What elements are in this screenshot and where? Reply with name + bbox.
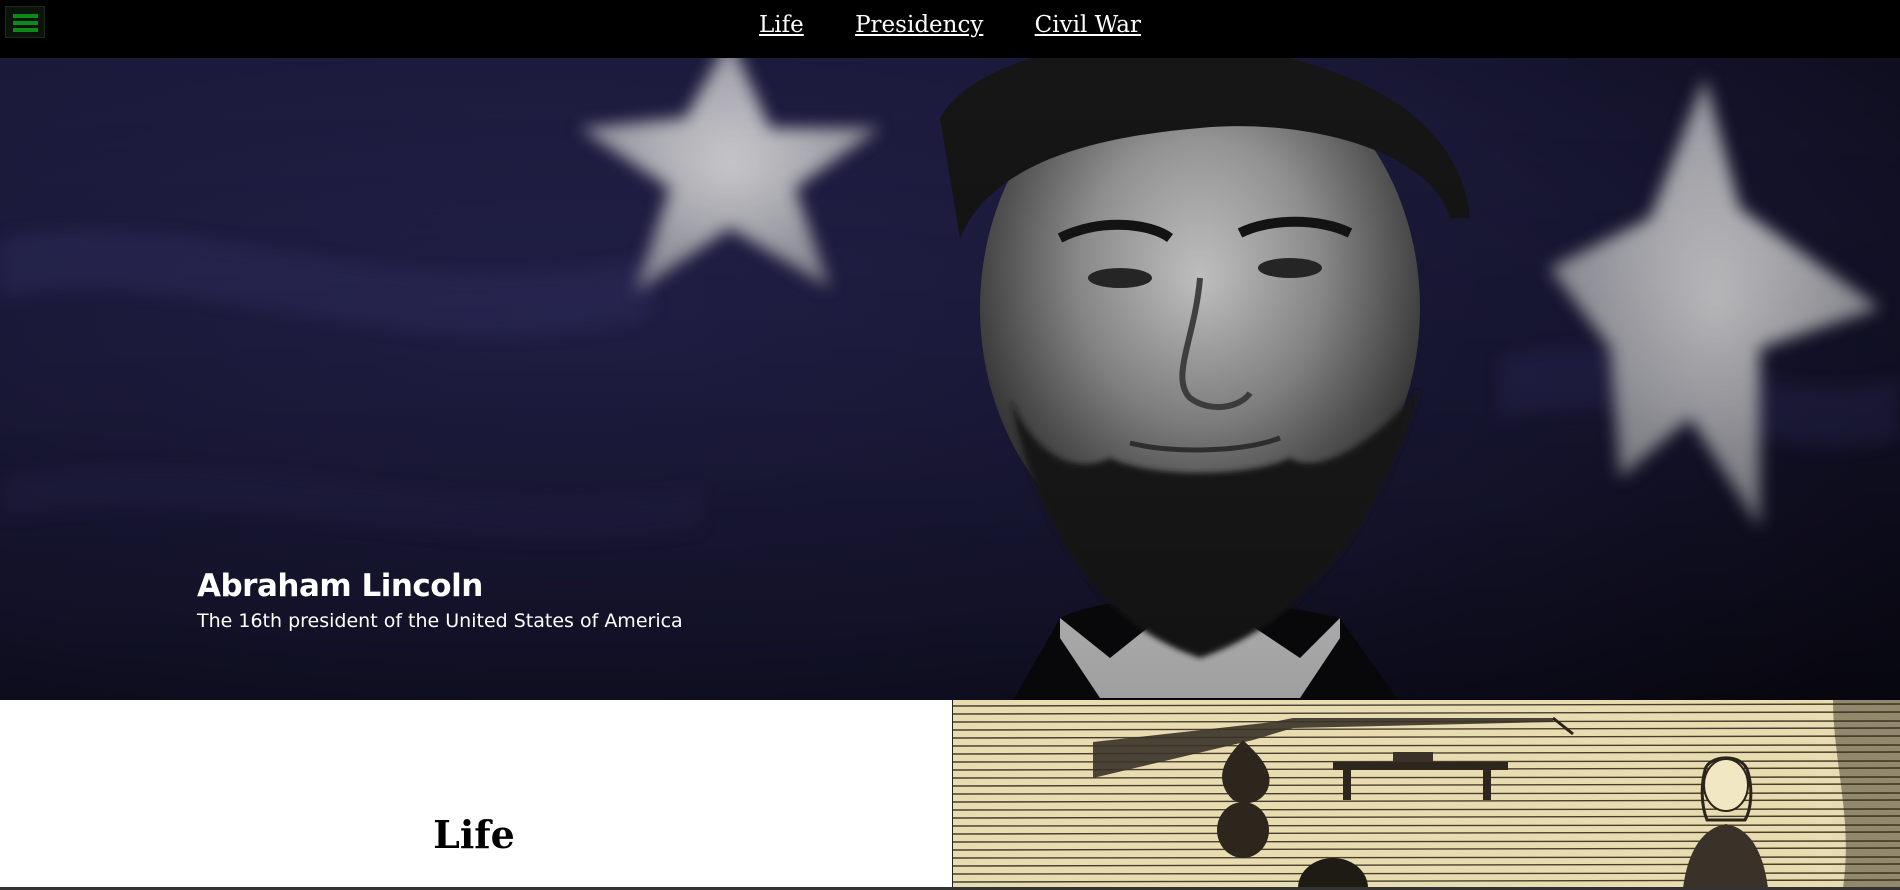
main-nav: Life Presidency Civil War [0,12,1900,38]
woodcut-illustration-image [952,700,1900,888]
nav-link-life[interactable]: Life [759,12,804,38]
hero-caption: Abraham Lincoln The 16th president of th… [197,568,683,632]
hero-banner: Abraham Lincoln The 16th president of th… [0,58,1900,700]
hero-title: Abraham Lincoln [197,568,483,604]
section-title: Life [433,812,515,857]
nav-link-civil-war[interactable]: Civil War [1035,12,1141,38]
life-section-text: Life [0,700,952,888]
nav-link-presidency[interactable]: Presidency [855,12,983,38]
top-navigation-bar: Life Presidency Civil War [0,0,1900,58]
hero-subtitle: The 16th president of the United States … [197,610,683,632]
woodcut-illustration-icon [953,700,1900,888]
life-section: Life [0,700,1900,888]
